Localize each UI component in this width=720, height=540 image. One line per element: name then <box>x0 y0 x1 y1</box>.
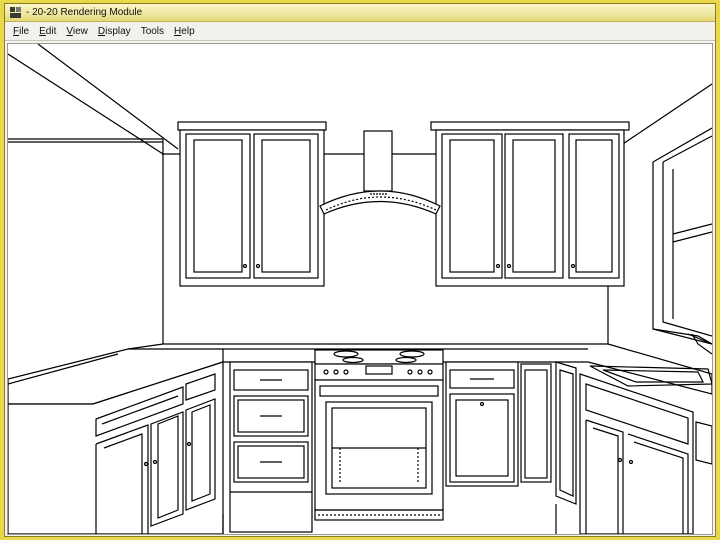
menu-tools[interactable]: Tools <box>136 24 169 40</box>
menu-view[interactable]: View <box>61 24 93 40</box>
title-bar[interactable]: - 20-20 Rendering Module <box>5 4 715 22</box>
range-oven <box>314 349 444 521</box>
app-window: - 20-20 Rendering Module File Edit View … <box>4 3 716 537</box>
window-title: - 20-20 Rendering Module <box>26 7 143 18</box>
kitchen-window <box>652 127 712 345</box>
upper-cabinet-left <box>177 121 327 287</box>
rendering-canvas[interactable] <box>7 43 713 535</box>
range-hood <box>319 130 441 215</box>
menu-bar: File Edit View Display Tools Help <box>5 23 715 41</box>
menu-edit[interactable]: Edit <box>34 24 61 40</box>
base-cabinets-right <box>445 361 712 534</box>
upper-cabinet-right <box>430 121 630 287</box>
kitchen-drawing <box>8 44 712 534</box>
app-icon[interactable] <box>9 6 22 19</box>
menu-help[interactable]: Help <box>169 24 200 40</box>
menu-display[interactable]: Display <box>93 24 136 40</box>
base-cabinet-drawers <box>229 361 313 533</box>
menu-file[interactable]: File <box>8 24 34 40</box>
